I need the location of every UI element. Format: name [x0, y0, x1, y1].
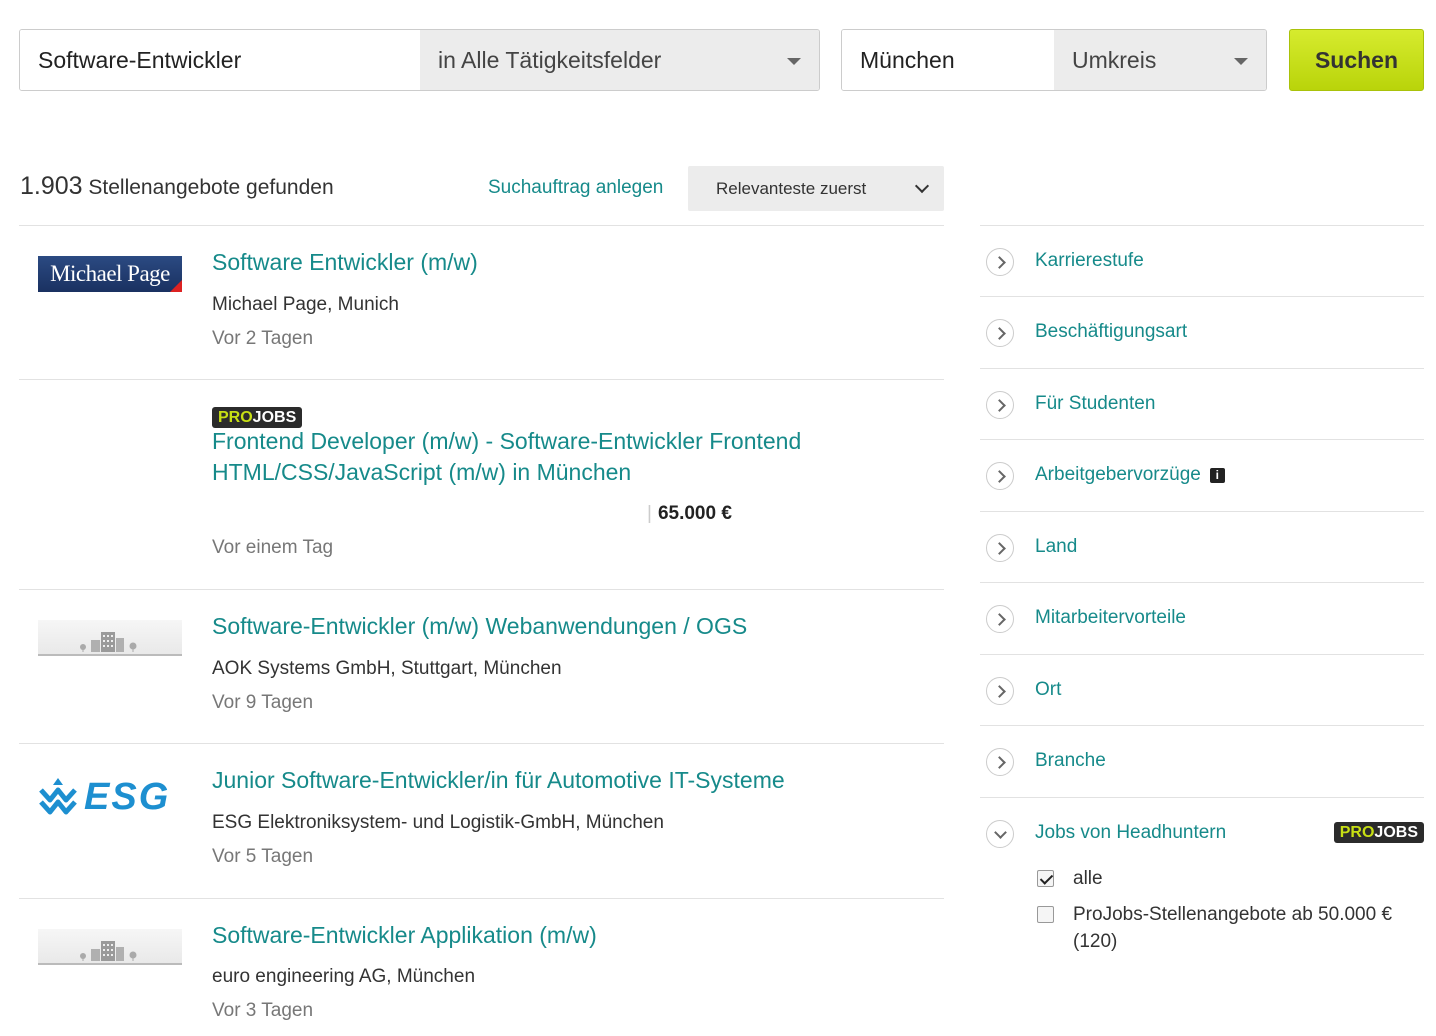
option-projobs[interactable]: ProJobs-Stellenangebote ab 50.000 € (120…: [1037, 904, 1392, 955]
filter-ort[interactable]: Ort: [980, 654, 1424, 726]
building-icon: [80, 632, 137, 652]
esg-emblem-icon: [39, 778, 77, 815]
job-date: Vor einem Tag: [212, 537, 334, 558]
option-label: ProJobs-Stellenangebote ab 50.000 € (120…: [1073, 901, 1392, 955]
job-title-link[interactable]: Software-Entwickler (m/w) Webanwendungen…: [212, 611, 747, 642]
company-logo-text: Michael Page: [50, 261, 170, 286]
job-date: Vor 3 Tagen: [212, 1000, 314, 1021]
chevron-down-icon: [914, 178, 930, 194]
radius-select-value: Umkreis: [1072, 46, 1157, 73]
job-salary: | 65.000 €: [647, 503, 732, 524]
info-icon[interactable]: i: [1209, 468, 1225, 483]
job-item: Michael Page Software Entwickler (m/w) M…: [19, 225, 944, 380]
company-logo[interactable]: ESG: [38, 775, 182, 819]
chevron-right-icon: [986, 748, 1014, 776]
filter-land[interactable]: Land: [980, 511, 1424, 583]
company-logo[interactable]: Michael Page: [38, 256, 182, 292]
results-count-number: 1.903: [20, 172, 83, 200]
checkbox[interactable]: [1037, 906, 1054, 923]
caret-down-icon: [1234, 58, 1248, 65]
filter-label: Jobs von Headhuntern: [1035, 822, 1227, 843]
filter-label: Arbeitgebervorzüge: [1035, 464, 1201, 485]
chevron-right-icon: [986, 319, 1014, 347]
filter-label: Karrierestufe: [1035, 250, 1144, 271]
chevron-right-icon: [986, 391, 1014, 419]
filter-jobs-von-headhuntern[interactable]: Jobs von Headhuntern PRO JOBS: [980, 797, 1424, 869]
job-title-link[interactable]: Software Entwickler (m/w): [212, 247, 478, 278]
projobs-badge-jobs: JOBS: [1374, 824, 1418, 841]
placeholder-logo[interactable]: [38, 620, 182, 656]
filter-label: Für Studenten: [1035, 393, 1156, 414]
location-input[interactable]: München: [842, 30, 1054, 90]
save-search-link[interactable]: Suchauftrag anlegen: [488, 177, 663, 199]
job-date: Vor 5 Tagen: [212, 846, 314, 867]
results-count: 1.903 Stellenangebote gefunden: [20, 172, 334, 201]
filter-label: Ort: [1035, 679, 1062, 700]
job-salary-value: 65.000 €: [657, 503, 732, 524]
radius-select[interactable]: Umkreis: [1054, 30, 1266, 90]
job-date: Vor 2 Tagen: [212, 328, 314, 349]
job-company: euro engineering AG, München: [212, 966, 476, 987]
projobs-badge-jobs: JOBS: [252, 409, 297, 426]
job-title-link[interactable]: Software-Entwickler Applikation (m/w): [212, 920, 597, 951]
projobs-badge-pro: PRO: [218, 409, 253, 426]
job-company: ESG Elektroniksystem- und Logistik-GmbH,…: [212, 812, 664, 833]
projobs-badge: PRO JOBS: [1333, 822, 1424, 843]
flag-corner-icon: [170, 280, 182, 292]
caret-down-icon: [787, 58, 801, 65]
category-select[interactable]: in Alle Tätigkeitsfelder: [420, 30, 819, 90]
results-count-label: Stellenangebote gefunden: [88, 176, 334, 199]
option-label: alle: [1073, 868, 1103, 889]
filter-label: Branche: [1035, 750, 1106, 771]
job-item: ESG Junior Software-Entwickler/in für Au…: [19, 743, 944, 899]
filter-label-group: Arbeitgebervorzüge i: [1035, 464, 1225, 486]
job-title-link[interactable]: Frontend Developer (m/w) - Software-Entw…: [212, 426, 801, 488]
keyword-input[interactable]: Software-Entwickler: [20, 30, 420, 90]
filter-branche[interactable]: Branche: [980, 725, 1424, 797]
option-label-line: (120): [1073, 931, 1118, 952]
filter-label: Land: [1035, 536, 1078, 557]
filter-label: Mitarbeitervorteile: [1035, 607, 1186, 628]
category-select-value: in Alle Tätigkeitsfelder: [438, 46, 662, 73]
option-alle[interactable]: alle: [1037, 868, 1103, 890]
building-icon: [80, 941, 137, 961]
job-company: Michael Page, Munich: [212, 294, 399, 315]
chevron-right-icon: [986, 248, 1014, 276]
job-company: AOK Systems GmbH, Stuttgart, München: [212, 658, 562, 679]
projobs-badge-pro: PRO: [1339, 824, 1375, 841]
filter-mitarbeitervorteile[interactable]: Mitarbeitervorteile: [980, 582, 1424, 654]
filter-arbeitgebervorzuege[interactable]: Arbeitgebervorzüge i: [980, 439, 1424, 511]
job-date: Vor 9 Tagen: [212, 692, 314, 713]
job-item: Software-Entwickler Applikation (m/w) eu…: [19, 898, 944, 1036]
option-label-line: ProJobs-Stellenangebote ab 50.000 €: [1073, 904, 1393, 925]
job-title-line: HTML/CSS/JavaScript (m/w) in München: [212, 459, 632, 485]
search-keyword-group: Software-Entwickler in Alle Tätigkeitsfe…: [19, 29, 820, 91]
search-location-group: München Umkreis: [841, 29, 1267, 91]
chevron-right-icon: [986, 605, 1014, 633]
job-title-link[interactable]: Junior Software-Entwickler/in für Automo…: [212, 765, 785, 796]
placeholder-logo[interactable]: [38, 929, 182, 965]
search-button[interactable]: Suchen: [1289, 29, 1424, 91]
chevron-right-icon: [986, 677, 1014, 705]
filter-label: Beschäftigungsart: [1035, 321, 1188, 342]
projobs-badge: PRO JOBS: [212, 407, 303, 428]
checkbox-checked[interactable]: [1037, 870, 1054, 887]
company-logo-text: ESG: [84, 775, 171, 818]
filter-karrierestufe[interactable]: Karrierestufe: [980, 225, 1424, 297]
filter-beschaeftigungsart[interactable]: Beschäftigungsart: [980, 296, 1424, 368]
job-title-line: Frontend Developer (m/w) - Software-Entw…: [212, 428, 802, 454]
job-item: Software-Entwickler (m/w) Webanwendungen…: [19, 589, 944, 744]
chevron-right-icon: [986, 462, 1014, 490]
job-item: PRO JOBS Frontend Developer (m/w) - Softw…: [19, 379, 944, 590]
sort-select[interactable]: Relevanteste zuerst: [688, 166, 944, 211]
chevron-down-icon: [986, 820, 1014, 848]
sort-select-value: Relevanteste zuerst: [716, 178, 867, 198]
chevron-right-icon: [986, 534, 1014, 562]
filter-fuer-studenten[interactable]: Für Studenten: [980, 368, 1424, 440]
